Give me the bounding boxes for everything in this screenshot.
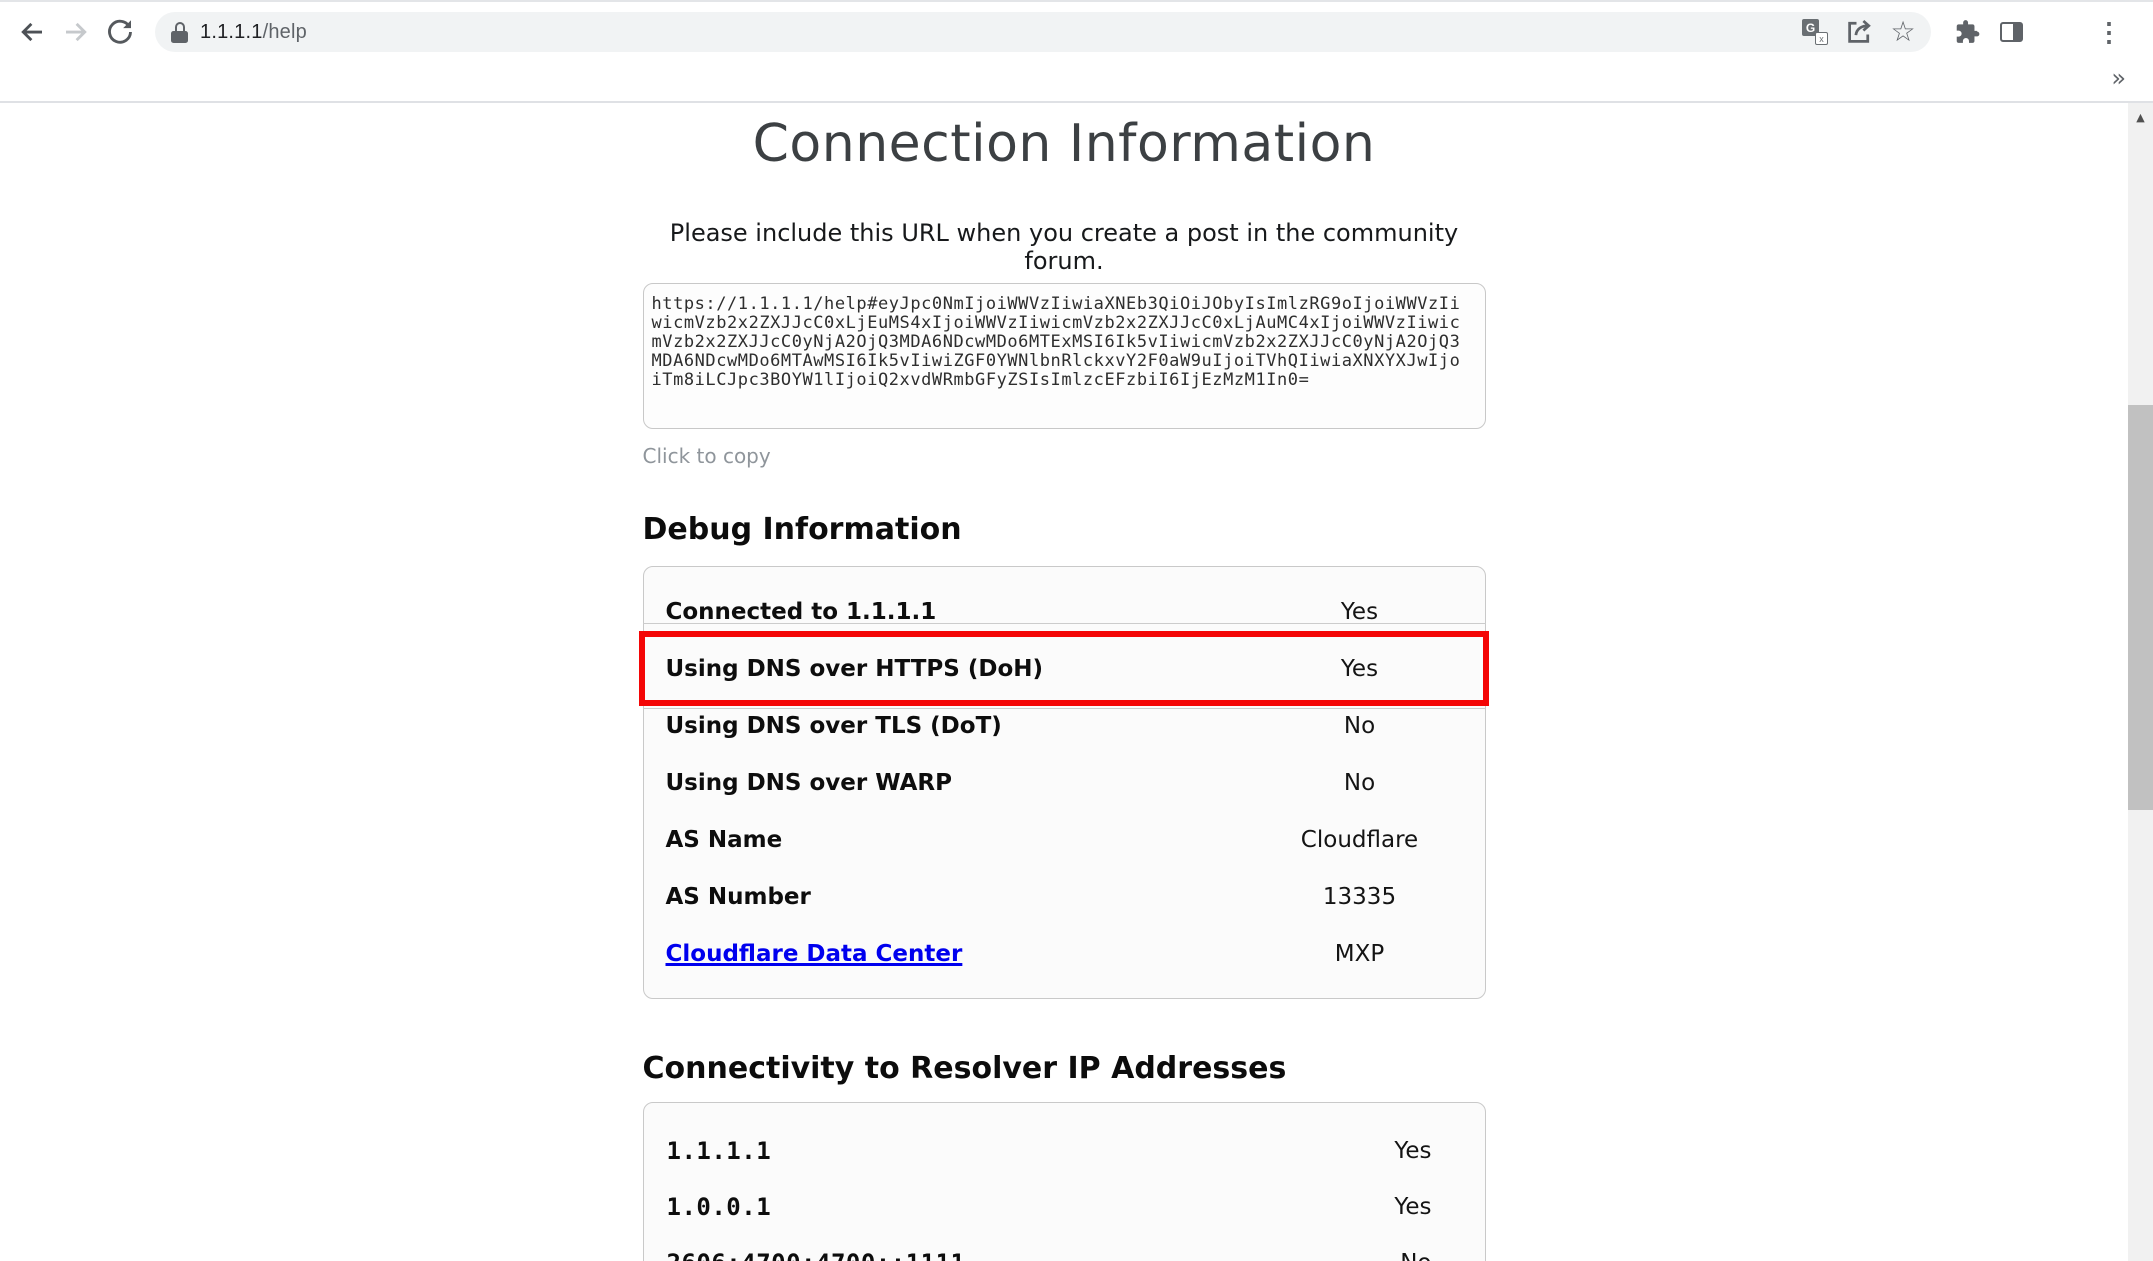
side-panel-button[interactable]: [1989, 10, 2033, 54]
row-value: Yes: [1235, 656, 1485, 682]
row-value: Cloudflare: [1235, 827, 1485, 853]
row-label: AS Number: [666, 884, 1235, 910]
row-value: No: [1235, 713, 1485, 739]
connection-url-text: https://1.1.1.1/help#eyJpc0NmIjoiWWVzIiw…: [652, 295, 1477, 390]
page-content: Connection Information Please include th…: [0, 103, 2128, 1261]
scroll-up-icon: ▲: [2136, 111, 2144, 124]
table-row-highlighted: Using DNS over HTTPS (DoH) Yes: [644, 640, 1485, 697]
connection-url-box[interactable]: https://1.1.1.1/help#eyJpc0NmIjoiWWVzIiw…: [643, 283, 1486, 429]
table-row: 1.1.1.1 Yes: [644, 1123, 1485, 1179]
row-value: Yes: [1394, 1138, 1431, 1164]
row-label: Connected to 1.1.1.1: [666, 599, 1235, 625]
bookmarks-overflow-button[interactable]: »: [2111, 64, 2126, 92]
menu-button[interactable]: ⋮: [2087, 10, 2131, 54]
share-icon: [1844, 17, 1874, 47]
row-label: AS Name: [666, 827, 1235, 853]
share-button[interactable]: [1837, 10, 1881, 54]
table-row: Using DNS over WARP No: [644, 754, 1485, 811]
side-panel-icon: [2000, 22, 2023, 42]
row-value: Yes: [1235, 599, 1485, 625]
table-row: Cloudflare Data Center MXP: [644, 925, 1485, 982]
row-label: Using DNS over WARP: [666, 770, 1235, 796]
back-button[interactable]: [10, 10, 54, 54]
forward-icon: [61, 17, 91, 47]
instruction-text: Please include this URL when you create …: [643, 219, 1486, 275]
cloudflare-data-center-link[interactable]: Cloudflare Data Center: [666, 941, 963, 967]
row-value: MXP: [1235, 941, 1485, 967]
click-to-copy-label: Click to copy: [643, 444, 1486, 468]
forward-button[interactable]: [54, 10, 98, 54]
puzzle-icon: [1953, 18, 1981, 46]
url-bar[interactable]: 1.1.1.1/help Gx ☆: [155, 12, 1931, 52]
kebab-menu-icon: ⋮: [2096, 19, 2122, 45]
row-value: Yes: [1394, 1194, 1431, 1220]
url-text[interactable]: 1.1.1.1/help: [200, 21, 307, 44]
reload-button[interactable]: [98, 10, 142, 54]
debug-table: Connected to 1.1.1.1 Yes Using DNS over …: [643, 566, 1486, 999]
translate-icon: Gx: [1802, 19, 1828, 45]
resolver-heading: Connectivity to Resolver IP Addresses: [643, 1051, 1486, 1086]
browser-toolbar: 1.1.1.1/help Gx ☆: [0, 2, 2153, 62]
table-row: AS Number 13335: [644, 868, 1485, 925]
scroll-up-button[interactable]: ▲: [2128, 103, 2153, 131]
bookmarks-bar: »: [0, 62, 2153, 101]
table-row: 2606:4700:4700::1111 No: [644, 1235, 1485, 1261]
reload-icon: [105, 17, 135, 47]
table-row: Connected to 1.1.1.1 Yes: [644, 583, 1485, 640]
scrollbar-thumb[interactable]: [2128, 405, 2153, 810]
row-label: Using DNS over TLS (DoT): [666, 713, 1235, 739]
bookmark-button[interactable]: ☆: [1881, 10, 1925, 54]
lock-icon[interactable]: [171, 22, 188, 43]
table-row: 1.0.0.1 Yes: [644, 1179, 1485, 1235]
table-row: Using DNS over TLS (DoT) No: [644, 697, 1485, 754]
url-path: /help: [263, 21, 307, 43]
resolver-ip: 1.1.1.1: [667, 1137, 1395, 1165]
resolver-ip: 1.0.0.1: [667, 1193, 1395, 1221]
row-value: No: [1235, 770, 1485, 796]
browser-chrome: 1.1.1.1/help Gx ☆: [0, 0, 2153, 103]
row-value: 13335: [1235, 884, 1485, 910]
url-host: 1.1.1.1: [200, 21, 263, 43]
resolver-ip: 2606:4700:4700::1111: [667, 1249, 1401, 1261]
resolver-table: 1.1.1.1 Yes 1.0.0.1 Yes 2606:4700:4700::…: [643, 1102, 1486, 1261]
row-label: Cloudflare Data Center: [666, 941, 1235, 967]
debug-heading: Debug Information: [643, 512, 1486, 547]
star-icon: ☆: [1890, 18, 1915, 46]
row-value: No: [1400, 1250, 1431, 1261]
row-label: Using DNS over HTTPS (DoH): [666, 656, 1235, 682]
back-icon: [17, 17, 47, 47]
extensions-button[interactable]: [1945, 10, 1989, 54]
table-row: AS Name Cloudflare: [644, 811, 1485, 868]
vertical-scrollbar[interactable]: ▲: [2128, 103, 2153, 1261]
page-title: Connection Information: [643, 116, 1486, 173]
translate-button[interactable]: Gx: [1793, 10, 1837, 54]
